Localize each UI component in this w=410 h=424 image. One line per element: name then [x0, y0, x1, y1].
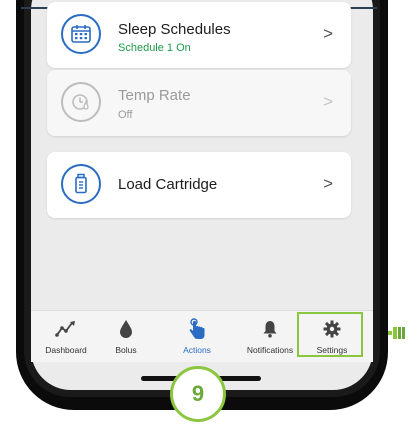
- trend-graph-icon: [55, 319, 77, 339]
- temp-rate-row[interactable]: Temp Rate Off >: [47, 70, 351, 136]
- sleep-schedules-status: Schedule 1 On: [118, 42, 191, 54]
- brand-logo-icon: [388, 326, 406, 340]
- tab-dashboard[interactable]: Dashboard: [37, 311, 95, 363]
- chevron-right-icon: >: [323, 174, 333, 193]
- step-number-badge: 9: [170, 366, 226, 422]
- load-cartridge-title: Load Cartridge: [118, 176, 218, 193]
- temp-rate-icon: [61, 82, 101, 122]
- settings-highlight-box: [297, 312, 363, 357]
- tab-bolus-label: Bolus: [115, 345, 137, 355]
- load-cartridge-row[interactable]: Load Cartridge >: [47, 152, 351, 218]
- drop-icon: [118, 319, 134, 339]
- tab-notifications-label: Notifications: [246, 345, 294, 355]
- chevron-right-icon: >: [323, 92, 333, 111]
- bell-icon: [262, 319, 278, 339]
- cartridge-icon: [61, 164, 101, 204]
- temp-rate-status: Off: [118, 109, 133, 121]
- tab-actions-label: Actions: [183, 345, 211, 355]
- tap-hand-icon: [188, 318, 206, 339]
- calendar-icon: [61, 14, 101, 54]
- tab-dashboard-label: Dashboard: [45, 345, 87, 355]
- chevron-right-icon: >: [323, 24, 333, 43]
- sleep-schedules-row[interactable]: Sleep Schedules Schedule 1 On >: [47, 2, 351, 68]
- tab-bolus[interactable]: Bolus: [101, 311, 151, 363]
- temp-rate-title: Temp Rate: [118, 87, 191, 104]
- tab-notifications[interactable]: Notifications: [237, 311, 303, 363]
- sleep-schedules-title: Sleep Schedules: [118, 21, 231, 38]
- tab-actions[interactable]: Actions: [169, 311, 225, 363]
